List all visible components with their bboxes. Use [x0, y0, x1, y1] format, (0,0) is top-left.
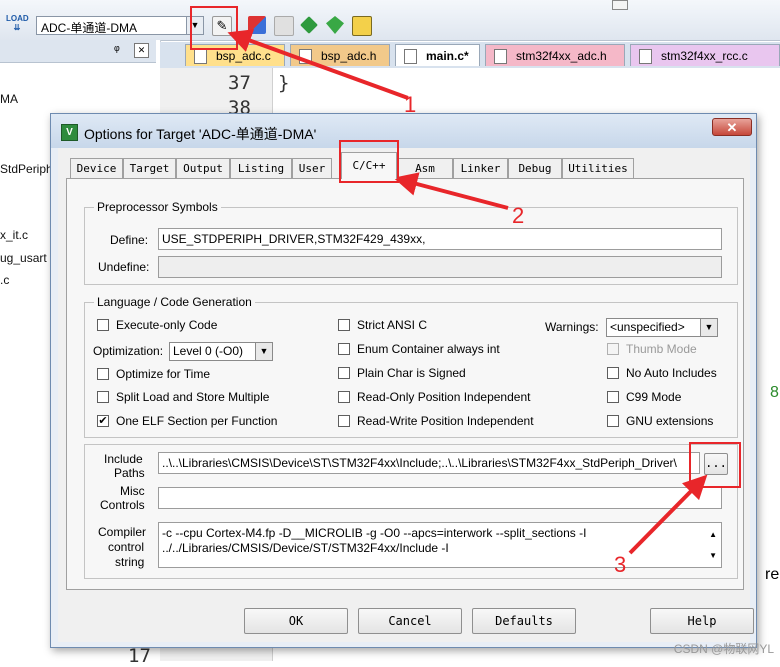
annotation-label-2: 2 — [512, 203, 525, 228]
arrow-3 — [628, 474, 708, 555]
tab-c-cpp[interactable]: C/C++ — [341, 152, 397, 179]
annotation-arrows — [227, 29, 708, 555]
annotation-label-3: 3 — [614, 552, 627, 577]
watermark: CSDN @物联网YL — [673, 642, 774, 656]
annotation-label-1: 1 — [404, 92, 417, 117]
arrow-2 — [393, 172, 509, 210]
arrow-1 — [227, 29, 409, 100]
